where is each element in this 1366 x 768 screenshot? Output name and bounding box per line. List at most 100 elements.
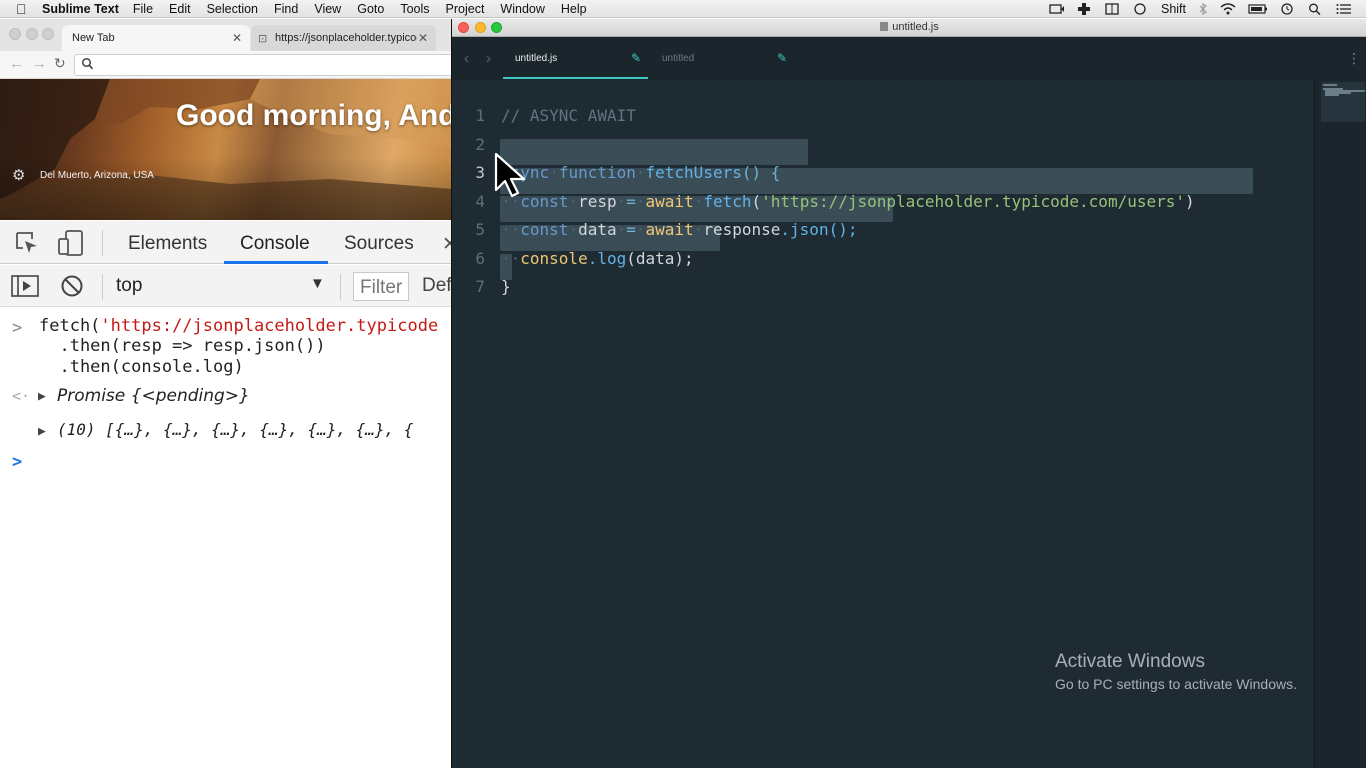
clear-console-icon[interactable] [60,274,84,303]
variable-data: data [578,220,617,239]
status-area: Shift [1049,0,1352,18]
chrome-toolbar: ← → ↻ [0,51,452,79]
inspect-element-icon[interactable] [14,230,40,261]
call-json: .json(); [780,220,858,239]
devtools-toolbar: Elements Console Sources ✕ [0,221,452,264]
watermark-subtitle: Go to PC settings to activate Windows. [1055,676,1297,692]
device-toolbar-icon[interactable] [57,229,85,262]
paren: ( [751,192,762,211]
console-array-result[interactable]: (10) [{…}, {…}, {…}, {…}, {…}, {…}, { [57,420,413,439]
menu-find[interactable]: Find [274,2,298,16]
battery-icon[interactable] [1248,3,1268,15]
console-output[interactable]: > fetch('https://jsonplaceholder.typicod… [0,308,452,768]
variable-resp: resp [578,192,617,211]
chevron-right-icon[interactable]: › [486,50,491,67]
tab-untitled-js[interactable]: untitled.js [515,53,557,64]
expand-triangle-icon[interactable]: ▶ [38,389,46,404]
clock-icon[interactable] [1280,3,1296,15]
wifi-icon[interactable] [1220,3,1236,15]
search-icon [81,57,94,76]
active-tab-indicator [503,77,648,79]
minimap[interactable] [1314,80,1366,768]
edited-pencil-icon: ✎ [777,51,788,65]
context-selector[interactable]: top [116,275,142,297]
console-promise-result[interactable]: Promise {<pending>} [57,386,250,406]
expand-triangle-icon[interactable]: ▶ [38,424,46,439]
string-url: 'https://jsonplaceholder.typicode.com/us… [761,192,1185,211]
chrome-tab-jsonplaceholder[interactable]: ⊡ https://jsonplaceholder.typicode.com ✕ [251,25,436,51]
caret-down-icon[interactable]: ▼ [310,275,325,292]
line-number: 5 [475,220,485,239]
document-icon [880,22,889,31]
call-fetch: fetch [703,192,752,211]
menu-project[interactable]: Project [446,2,485,16]
menu-view[interactable]: View [314,2,341,16]
console-prompt-caret-icon[interactable]: > [12,452,22,472]
menu-window[interactable]: Window [500,2,544,16]
code-line-5: ··const·data·=·await·response.json(); [501,220,858,239]
window-minimize-button[interactable] [26,28,38,40]
mouse-pointer-icon [494,152,526,198]
call-args: (data); [626,249,694,268]
menu-selection[interactable]: Selection [207,2,258,16]
tab-elements[interactable]: Elements [128,233,207,255]
screen-record-icon[interactable] [1049,3,1065,15]
back-arrow-icon[interactable]: ← [9,55,24,72]
tab-sources[interactable]: Sources [344,233,414,255]
input-method-icon[interactable] [1105,3,1121,15]
menu-edit[interactable]: Edit [169,2,191,16]
chrome-tab-strip: New Tab ✕ ⊡ https://jsonplaceholder.typi… [0,19,452,51]
minimap-line [1325,94,1339,96]
window-close-button[interactable] [9,28,21,40]
tab-untitled[interactable]: untitled [662,53,694,64]
forward-arrow-icon[interactable]: → [32,55,47,72]
console-filter-input[interactable]: Filter [353,272,409,301]
close-tab-icon[interactable]: ✕ [418,31,428,45]
reload-icon[interactable]: ↻ [54,55,66,72]
menu-help[interactable]: Help [561,2,587,16]
function-name: fetchUsers [645,163,742,182]
line-number: 1 [475,106,485,125]
menu-bar:  Sublime Text File Edit Selection Find … [0,0,1366,18]
operator-assign: = [626,192,636,211]
sync-icon[interactable] [1133,3,1149,15]
menu-file[interactable]: File [133,2,153,16]
code-line-3: async·function·fetchUsers() { [501,163,781,182]
edited-pencil-icon: ✎ [631,51,642,65]
line-number: 6 [475,249,485,268]
plus-cross-icon[interactable] [1077,3,1093,15]
more-vertical-icon[interactable]: ⋮ [1347,50,1361,67]
photo-location[interactable]: Del Muerto, Arizona, USA [40,170,154,181]
window-title-text: untitled.js [892,21,939,33]
apple-icon[interactable]:  [16,0,32,18]
window-title: untitled.js [452,21,1366,33]
notification-center-icon[interactable] [1336,3,1352,15]
menu-tools[interactable]: Tools [400,2,429,16]
console-url-string: 'https://jsonplaceholder.typicode [100,316,439,336]
line-number: 3 [475,163,485,182]
status-shift-label: Shift [1160,2,1186,16]
activate-windows-watermark: Activate Windows Go to PC settings to ac… [1055,651,1297,692]
chrome-tab-new-tab[interactable]: New Tab ✕ [62,25,250,51]
log-levels-selector[interactable]: Def [422,275,452,297]
keyword-await: await [645,192,694,211]
gear-icon[interactable]: ⚙ [12,166,25,184]
window-zoom-button[interactable] [42,28,54,40]
tab-console-indicator [224,261,328,264]
sublime-title-bar: untitled.js [452,19,1366,37]
menu-app-name[interactable]: Sublime Text [42,2,119,16]
identifier-response: response [703,220,781,239]
paren: ) [1185,192,1195,211]
tab-console[interactable]: Console [240,233,310,255]
close-tab-icon[interactable]: ✕ [232,31,242,45]
minimap-line [1323,84,1337,86]
menu-goto[interactable]: Goto [357,2,384,16]
bluetooth-icon[interactable] [1198,2,1208,16]
chevron-left-icon[interactable]: ‹ [464,50,469,67]
line-number: 7 [475,277,485,296]
line-number: 4 [475,192,485,211]
toolbar-divider [102,230,103,256]
address-bar[interactable] [74,54,452,76]
show-drawer-icon[interactable] [11,275,39,302]
spotlight-search-icon[interactable] [1308,3,1324,16]
